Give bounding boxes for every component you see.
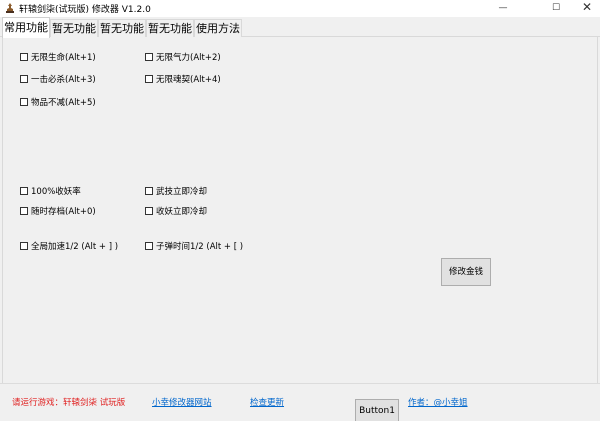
checkbox-skill-cooldown[interactable]: 武技立即冷却 bbox=[145, 185, 207, 197]
checkbox-infinite-qi[interactable]: 无限气力(Alt+2) bbox=[145, 51, 221, 63]
checkbox-box[interactable] bbox=[20, 187, 28, 195]
tab-no-function-1[interactable]: 暂无功能 bbox=[50, 19, 98, 38]
author-link[interactable]: 作者：@小幸姐 bbox=[408, 396, 468, 408]
button1[interactable]: Button1 bbox=[355, 399, 399, 421]
checkbox-label: 无限生命(Alt+1) bbox=[31, 53, 96, 63]
checkbox-box[interactable] bbox=[20, 75, 28, 83]
checkbox-items-not-decrease[interactable]: 物品不减(Alt+5) bbox=[20, 96, 96, 108]
checkbox-infinite-hp[interactable]: 无限生命(Alt+1) bbox=[20, 51, 96, 63]
site-link[interactable]: 小幸修改器网站 bbox=[152, 396, 212, 408]
checkbox-label: 物品不减(Alt+5) bbox=[31, 98, 96, 108]
checkbox-box[interactable] bbox=[145, 53, 153, 61]
checkbox-box[interactable] bbox=[145, 207, 153, 215]
checkbox-bullet-time[interactable]: 子弹时间1/2 (Alt + [ ) bbox=[145, 240, 243, 252]
checkbox-box[interactable] bbox=[145, 242, 153, 250]
checkbox-box[interactable] bbox=[145, 75, 153, 83]
checkbox-box[interactable] bbox=[145, 187, 153, 195]
checkbox-global-speed[interactable]: 全局加速1/2 (Alt + ] ) bbox=[20, 240, 118, 252]
checkbox-box[interactable] bbox=[20, 53, 28, 61]
tab-common-functions[interactable]: 常用功能 bbox=[2, 17, 50, 38]
tab-bar: 常用功能 暂无功能 暂无功能 暂无功能 使用方法 bbox=[0, 17, 600, 38]
checkbox-capture-rate[interactable]: 100%收妖率 bbox=[20, 185, 81, 197]
checkbox-one-hit-kill[interactable]: 一击必杀(Alt+3) bbox=[20, 73, 96, 85]
checkbox-label: 随时存档(Alt+0) bbox=[31, 207, 96, 217]
tab-panel-common: 无限生命(Alt+1) 无限气力(Alt+2) 一击必杀(Alt+3) 无限魂契… bbox=[2, 37, 598, 383]
checkbox-label: 子弹时间1/2 (Alt + [ ) bbox=[156, 242, 244, 252]
check-update-link[interactable]: 检查更新 bbox=[250, 396, 284, 408]
maximize-button[interactable]: ☐ bbox=[541, 0, 571, 17]
checkbox-capture-cooldown[interactable]: 收妖立即冷却 bbox=[145, 205, 207, 217]
checkbox-box[interactable] bbox=[20, 242, 28, 250]
checkbox-label: 一击必杀(Alt+3) bbox=[31, 75, 96, 85]
checkbox-save-anytime[interactable]: 随时存档(Alt+0) bbox=[20, 205, 96, 217]
title-bar: 轩辕剑柒(试玩版) 修改器 V1.2.0 — ☐ ✕ bbox=[0, 0, 600, 17]
tab-usage[interactable]: 使用方法 bbox=[194, 19, 242, 38]
status-bar: 请运行游戏：轩辕剑柒 试玩版 小幸修改器网站 检查更新 Button1 作者：@… bbox=[0, 383, 600, 421]
game-status-text: 请运行游戏：轩辕剑柒 试玩版 bbox=[12, 398, 126, 408]
checkbox-label: 收妖立即冷却 bbox=[156, 207, 208, 217]
checkbox-label: 无限气力(Alt+2) bbox=[156, 53, 221, 63]
app-icon bbox=[6, 3, 14, 13]
checkbox-box[interactable] bbox=[20, 207, 28, 215]
close-button[interactable]: ✕ bbox=[572, 0, 600, 17]
modify-money-button[interactable]: 修改金钱 bbox=[441, 258, 491, 286]
minimize-button[interactable]: — bbox=[488, 0, 518, 17]
tab-no-function-3[interactable]: 暂无功能 bbox=[146, 19, 194, 38]
checkbox-label: 全局加速1/2 (Alt + ] ) bbox=[31, 242, 119, 252]
checkbox-box[interactable] bbox=[20, 98, 28, 106]
checkbox-infinite-souls[interactable]: 无限魂契(Alt+4) bbox=[145, 73, 221, 85]
tab-no-function-2[interactable]: 暂无功能 bbox=[98, 19, 146, 38]
checkbox-label: 武技立即冷却 bbox=[156, 187, 208, 197]
window-title: 轩辕剑柒(试玩版) 修改器 V1.2.0 bbox=[19, 5, 151, 15]
checkbox-label: 无限魂契(Alt+4) bbox=[156, 75, 221, 85]
checkbox-label: 100%收妖率 bbox=[31, 187, 81, 197]
